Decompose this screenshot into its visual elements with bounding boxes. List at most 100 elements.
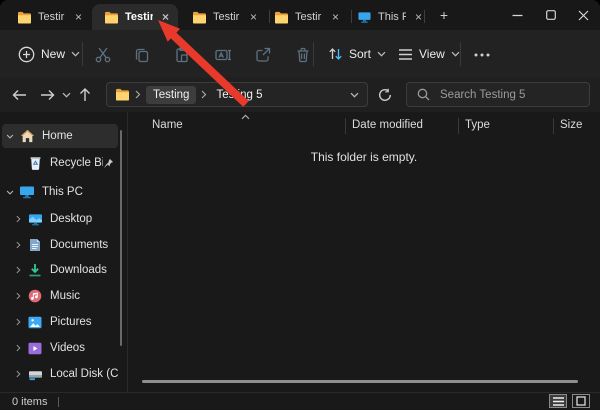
column-divider[interactable]: [553, 118, 554, 134]
documents-icon: [26, 238, 44, 252]
search-input[interactable]: [438, 87, 596, 102]
address-bar: Testing Testing 5: [0, 78, 600, 112]
chevron-right-icon[interactable]: [10, 344, 26, 352]
copy-icon: [135, 48, 149, 63]
sidebar-item-videos[interactable]: Videos: [2, 336, 118, 360]
chevron-down-icon[interactable]: [2, 190, 18, 195]
chevron-down-icon: [377, 51, 386, 57]
new-button-label: New: [41, 47, 66, 61]
forward-icon: [40, 90, 54, 100]
status-divider: [58, 397, 59, 407]
folder-icon: [275, 11, 288, 24]
rename-button[interactable]: [207, 44, 239, 66]
address-dropdown-chevron-icon[interactable]: [350, 92, 359, 98]
tab-label: This P: [378, 11, 406, 23]
column-divider[interactable]: [458, 118, 459, 134]
back-button[interactable]: [8, 85, 30, 105]
cut-button[interactable]: [87, 44, 119, 66]
tab-this-pc[interactable]: This P ×: [345, 4, 431, 30]
chevron-right-icon[interactable]: [10, 215, 26, 223]
sidebar-item-label: This PC: [42, 186, 83, 198]
search-box[interactable]: [406, 82, 596, 107]
tab-testing-4[interactable]: Testir ×: [262, 4, 348, 30]
paste-button[interactable]: [166, 44, 198, 66]
chevron-right-icon[interactable]: [10, 292, 26, 300]
chevron-right-icon[interactable]: [10, 318, 26, 326]
new-button[interactable]: New: [10, 38, 88, 70]
tab-label: Testir: [213, 11, 240, 23]
close-window-button[interactable]: [566, 0, 600, 30]
copy-button[interactable]: [126, 44, 158, 66]
sidebar-scrollbar[interactable]: [120, 130, 122, 346]
sidebar-item-music[interactable]: Music: [2, 284, 118, 308]
tab-testing-3[interactable]: Testir ×: [180, 4, 266, 30]
sidebar-item-documents[interactable]: Documents: [2, 233, 118, 257]
large-icons-view-button[interactable]: [572, 394, 590, 408]
chevron-right-icon[interactable]: [10, 266, 26, 274]
minimize-button[interactable]: [500, 0, 534, 30]
sidebar-item-this-pc[interactable]: This PC: [2, 180, 118, 204]
toolbar-separator: [82, 42, 83, 66]
horizontal-scrollbar[interactable]: [142, 380, 578, 383]
column-header-date-modified[interactable]: Date modified: [352, 119, 423, 131]
new-tab-button[interactable]: +: [434, 7, 454, 25]
tab-close-icon[interactable]: ×: [329, 10, 342, 24]
sort-icon: [329, 48, 342, 60]
tab-label: Testir: [125, 11, 153, 23]
column-header-type[interactable]: Type: [465, 119, 490, 131]
chevron-right-icon[interactable]: [10, 241, 26, 249]
sidebar-item-recycle-bin[interactable]: Recycle Bin: [2, 151, 118, 175]
folder-icon: [105, 11, 118, 24]
sidebar-item-label: Desktop: [50, 213, 93, 225]
column-header-name[interactable]: Name: [152, 119, 183, 131]
chevron-down-icon: [62, 92, 70, 98]
breadcrumb[interactable]: Testing Testing 5: [106, 82, 368, 107]
close-icon: [578, 10, 588, 20]
sort-button-label: Sort: [349, 47, 372, 61]
tab-close-icon[interactable]: ×: [72, 10, 85, 24]
command-bar: New Sort View: [0, 30, 600, 78]
up-button[interactable]: [74, 85, 96, 105]
share-button[interactable]: [247, 44, 279, 66]
large-icons-view-icon: [576, 396, 586, 406]
breadcrumb-segment-testing-5[interactable]: Testing 5: [212, 89, 266, 101]
details-view-button[interactable]: [549, 394, 567, 408]
more-options-button[interactable]: [466, 44, 498, 66]
search-icon: [417, 88, 430, 101]
tab-close-icon[interactable]: ×: [247, 10, 260, 24]
forward-button[interactable]: [36, 85, 58, 105]
local-disk-icon: [26, 368, 44, 381]
column-divider[interactable]: [345, 118, 346, 134]
sidebar-item-desktop[interactable]: Desktop: [2, 207, 118, 231]
sort-button[interactable]: Sort: [320, 38, 394, 70]
sort-ascending-icon: [241, 114, 250, 120]
maximize-button[interactable]: [534, 0, 568, 30]
videos-icon: [26, 342, 44, 355]
view-button[interactable]: View: [390, 38, 468, 70]
breadcrumb-segment-testing[interactable]: Testing: [146, 85, 197, 104]
tab-testing-1[interactable]: Testir ×: [5, 4, 91, 30]
chevron-down-icon[interactable]: [2, 134, 18, 139]
refresh-icon: [379, 88, 391, 101]
column-header-size[interactable]: Size: [560, 119, 582, 131]
tab-testing-2-active[interactable]: Testir ×: [92, 4, 178, 30]
recent-locations-button[interactable]: [58, 85, 74, 105]
sidebar-item-pictures[interactable]: Pictures: [2, 310, 118, 334]
home-icon: [18, 129, 36, 143]
chevron-right-icon: [135, 90, 141, 99]
more-icon: [474, 53, 490, 57]
folder-icon: [193, 11, 206, 24]
sidebar-item-home[interactable]: Home: [2, 124, 118, 148]
sidebar-item-downloads[interactable]: Downloads: [2, 258, 118, 282]
chevron-right-icon[interactable]: [10, 370, 26, 378]
chevron-down-icon: [71, 51, 80, 57]
folder-icon: [18, 11, 31, 24]
plus-circle-icon: [18, 46, 35, 62]
chevron-down-icon: [451, 51, 460, 57]
sidebar-item-local-disk-c[interactable]: Local Disk (C:): [2, 362, 118, 386]
refresh-button[interactable]: [374, 85, 396, 105]
delete-button[interactable]: [287, 44, 319, 66]
tab-close-icon[interactable]: ×: [159, 10, 172, 24]
paste-icon: [176, 47, 188, 63]
desktop-icon: [26, 213, 44, 226]
